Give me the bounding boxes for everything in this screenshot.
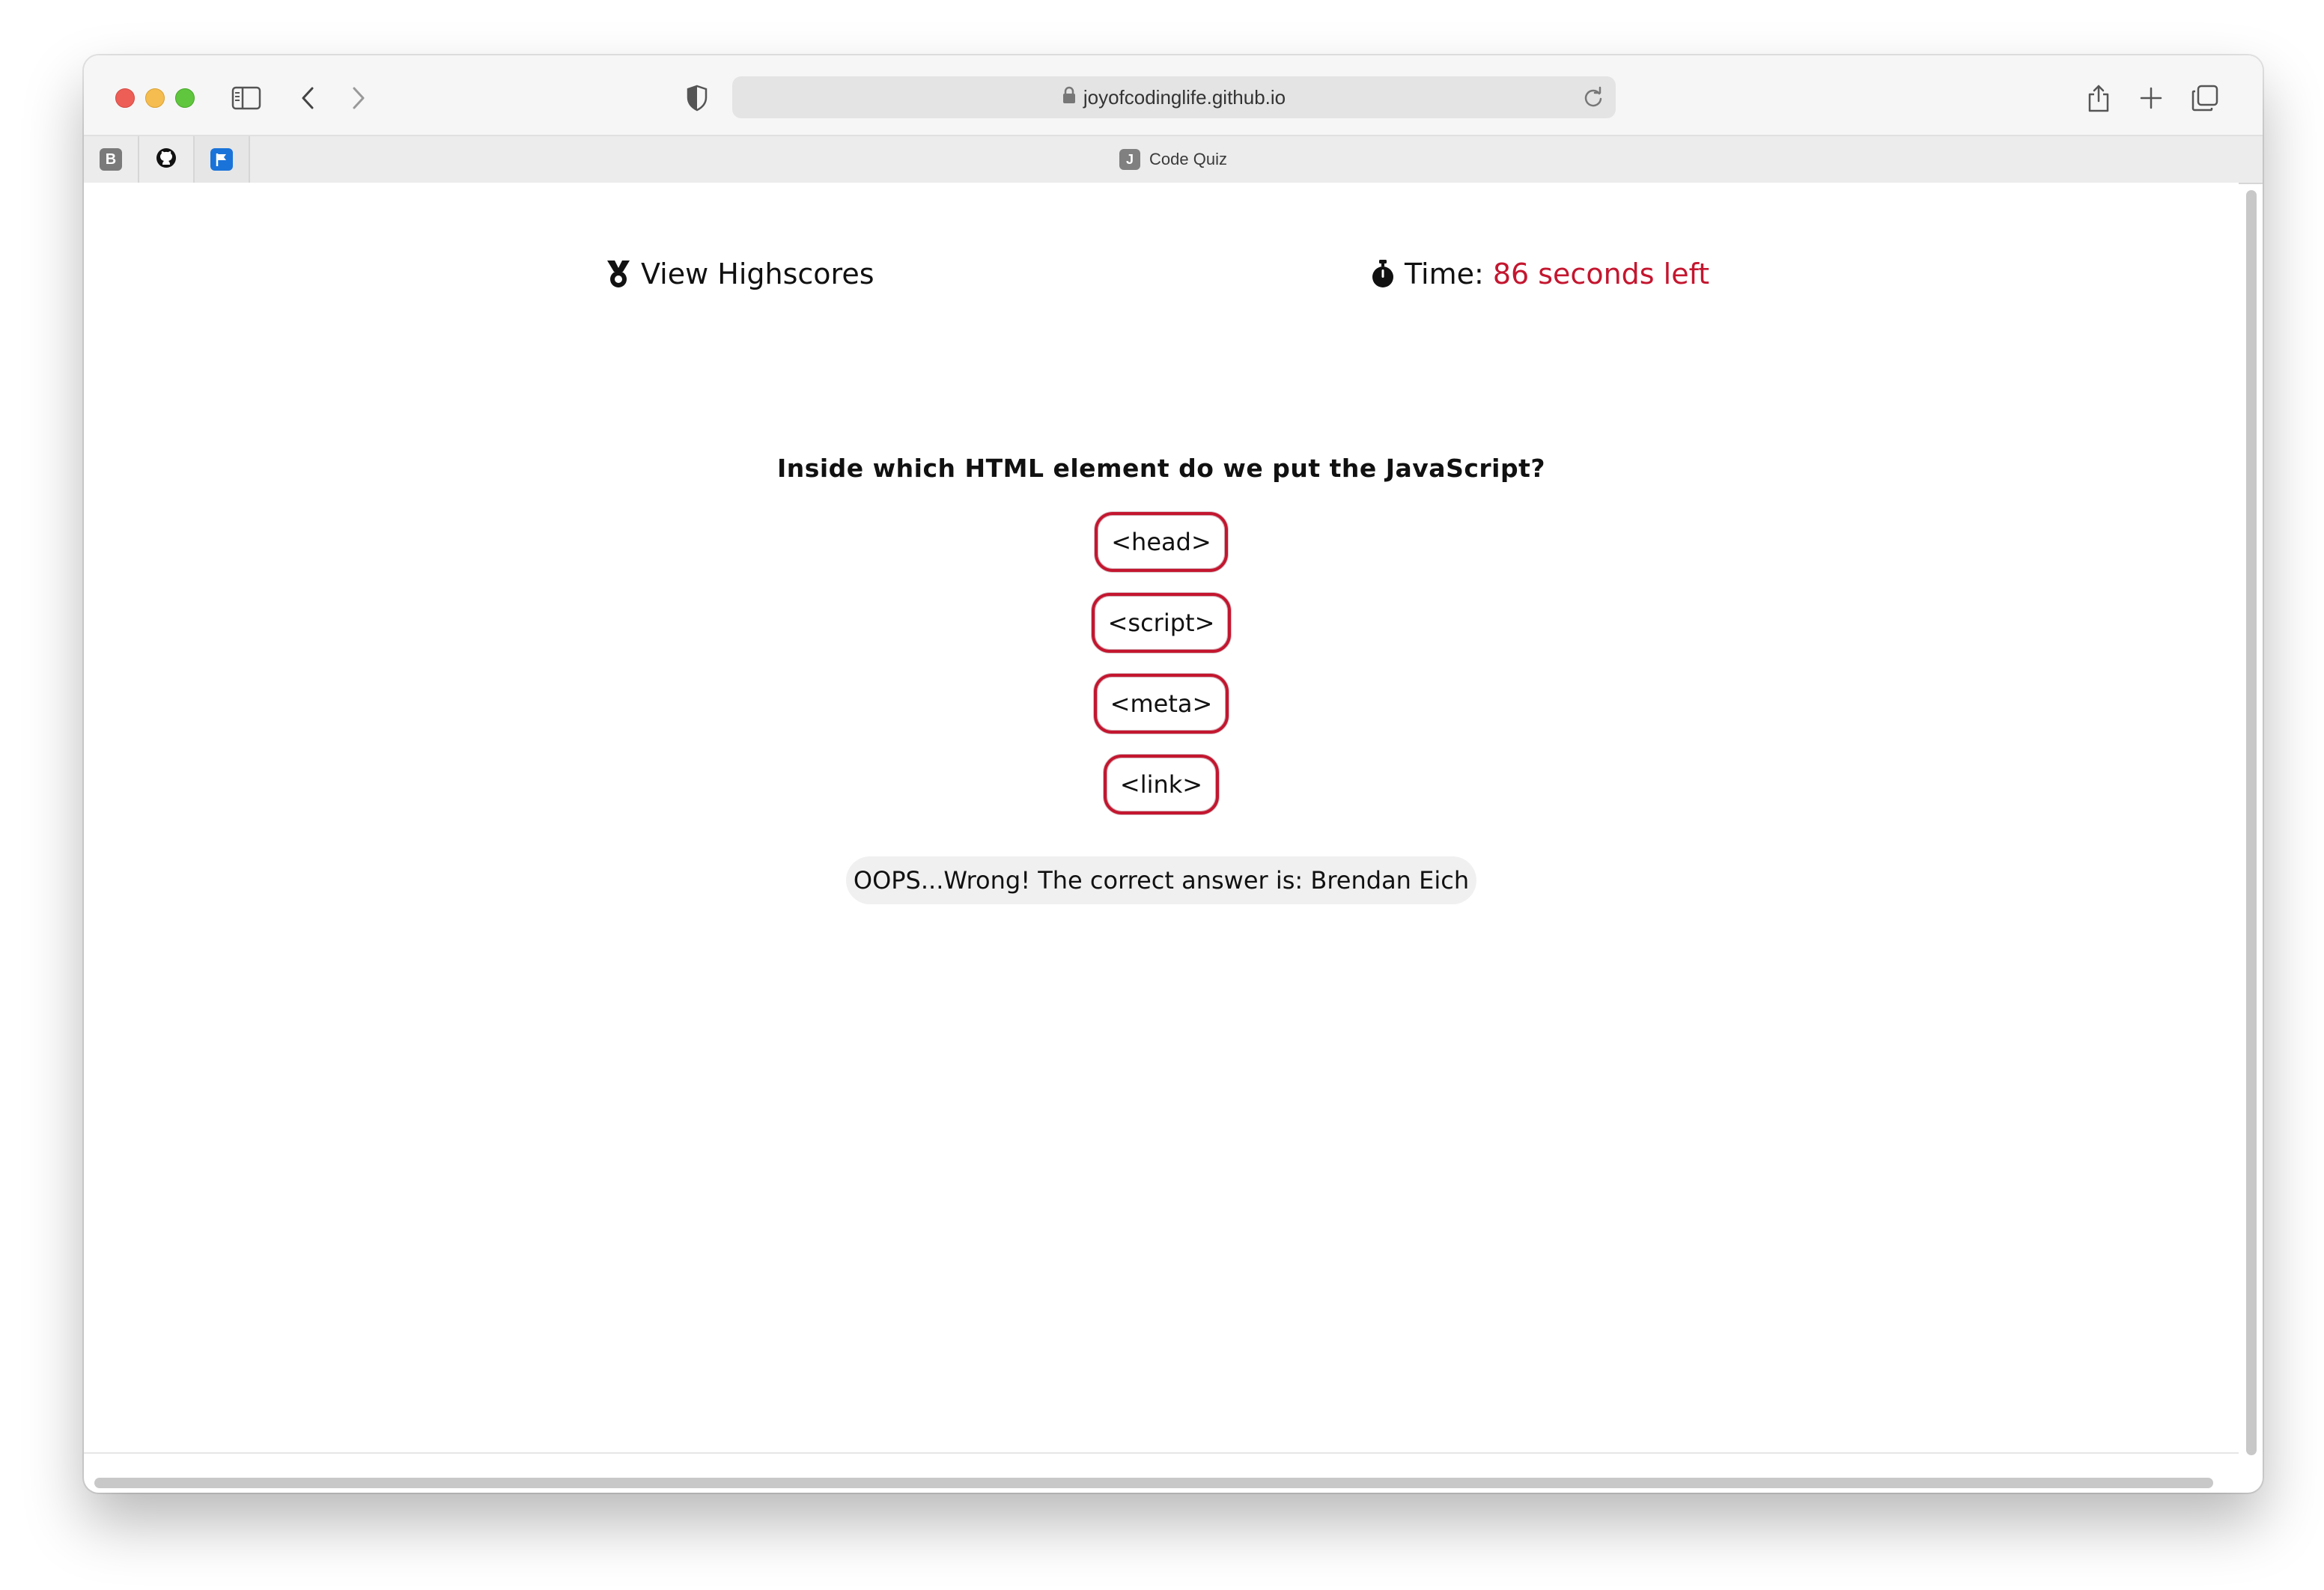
privacy-shield-icon[interactable] bbox=[677, 78, 717, 118]
answer-button-link[interactable]: <link> bbox=[1103, 755, 1220, 814]
tab-favicon: J bbox=[1119, 149, 1141, 170]
time-value: 86 seconds left bbox=[1492, 258, 1710, 290]
favorite-github[interactable] bbox=[139, 136, 195, 183]
reload-icon[interactable] bbox=[1581, 85, 1605, 109]
tab-title: Code Quiz bbox=[1149, 150, 1227, 168]
answer-button-head[interactable]: <head> bbox=[1095, 512, 1228, 572]
close-window-button[interactable] bbox=[115, 88, 135, 108]
browser-toolbar: joyofcodinglife.github.io bbox=[84, 55, 2263, 135]
answer-button-script[interactable]: <script> bbox=[1091, 593, 1232, 653]
url-text: joyofcodinglife.github.io bbox=[1083, 85, 1286, 109]
minimize-window-button[interactable] bbox=[145, 88, 165, 108]
vertical-scrollbar[interactable] bbox=[2246, 190, 2257, 1455]
github-icon bbox=[155, 147, 177, 172]
active-tab[interactable]: J Code Quiz bbox=[84, 136, 2263, 183]
address-bar[interactable]: joyofcodinglife.github.io bbox=[732, 76, 1616, 118]
answer-button-meta[interactable]: <meta> bbox=[1093, 674, 1229, 734]
horizontal-scrollbar[interactable] bbox=[94, 1478, 2213, 1488]
new-tab-icon[interactable] bbox=[2131, 78, 2171, 118]
flag-icon bbox=[210, 148, 233, 171]
stopwatch-icon bbox=[1370, 259, 1396, 289]
answer-list: <head> <script> <meta> <link> bbox=[84, 512, 2239, 835]
forward-icon[interactable] bbox=[338, 78, 379, 118]
view-highscores-link[interactable]: View Highscores bbox=[605, 258, 874, 290]
feedback-message: OOPS...Wrong! The correct answer is: Bre… bbox=[845, 856, 1477, 904]
time-label: Time: bbox=[1405, 258, 1484, 290]
medal-icon bbox=[605, 259, 632, 289]
back-icon[interactable] bbox=[288, 78, 328, 118]
lock-icon bbox=[1062, 86, 1076, 109]
sidebar-toggle-icon[interactable] bbox=[226, 78, 267, 118]
feedback-area: OOPS...Wrong! The correct answer is: Bre… bbox=[84, 856, 2239, 904]
favorite-flag[interactable] bbox=[195, 136, 250, 183]
maximize-window-button[interactable] bbox=[175, 88, 195, 108]
share-icon[interactable] bbox=[2078, 78, 2119, 118]
tab-bar: B J Code Quiz bbox=[84, 135, 2263, 184]
browser-window: joyofcodinglife.github.io B J Code Quiz … bbox=[84, 55, 2263, 1493]
page-content: View Highscores Time: 86 seconds left In… bbox=[84, 183, 2239, 1472]
page-divider bbox=[84, 1452, 2239, 1454]
bootstrap-icon: B bbox=[100, 148, 122, 171]
question-text: Inside which HTML element do we put the … bbox=[776, 454, 1546, 483]
favorite-bootstrap[interactable]: B bbox=[84, 136, 139, 183]
tab-overview-icon[interactable] bbox=[2185, 78, 2225, 118]
timer-display: Time: 86 seconds left bbox=[1370, 258, 1709, 290]
highscores-label: View Highscores bbox=[641, 258, 874, 290]
